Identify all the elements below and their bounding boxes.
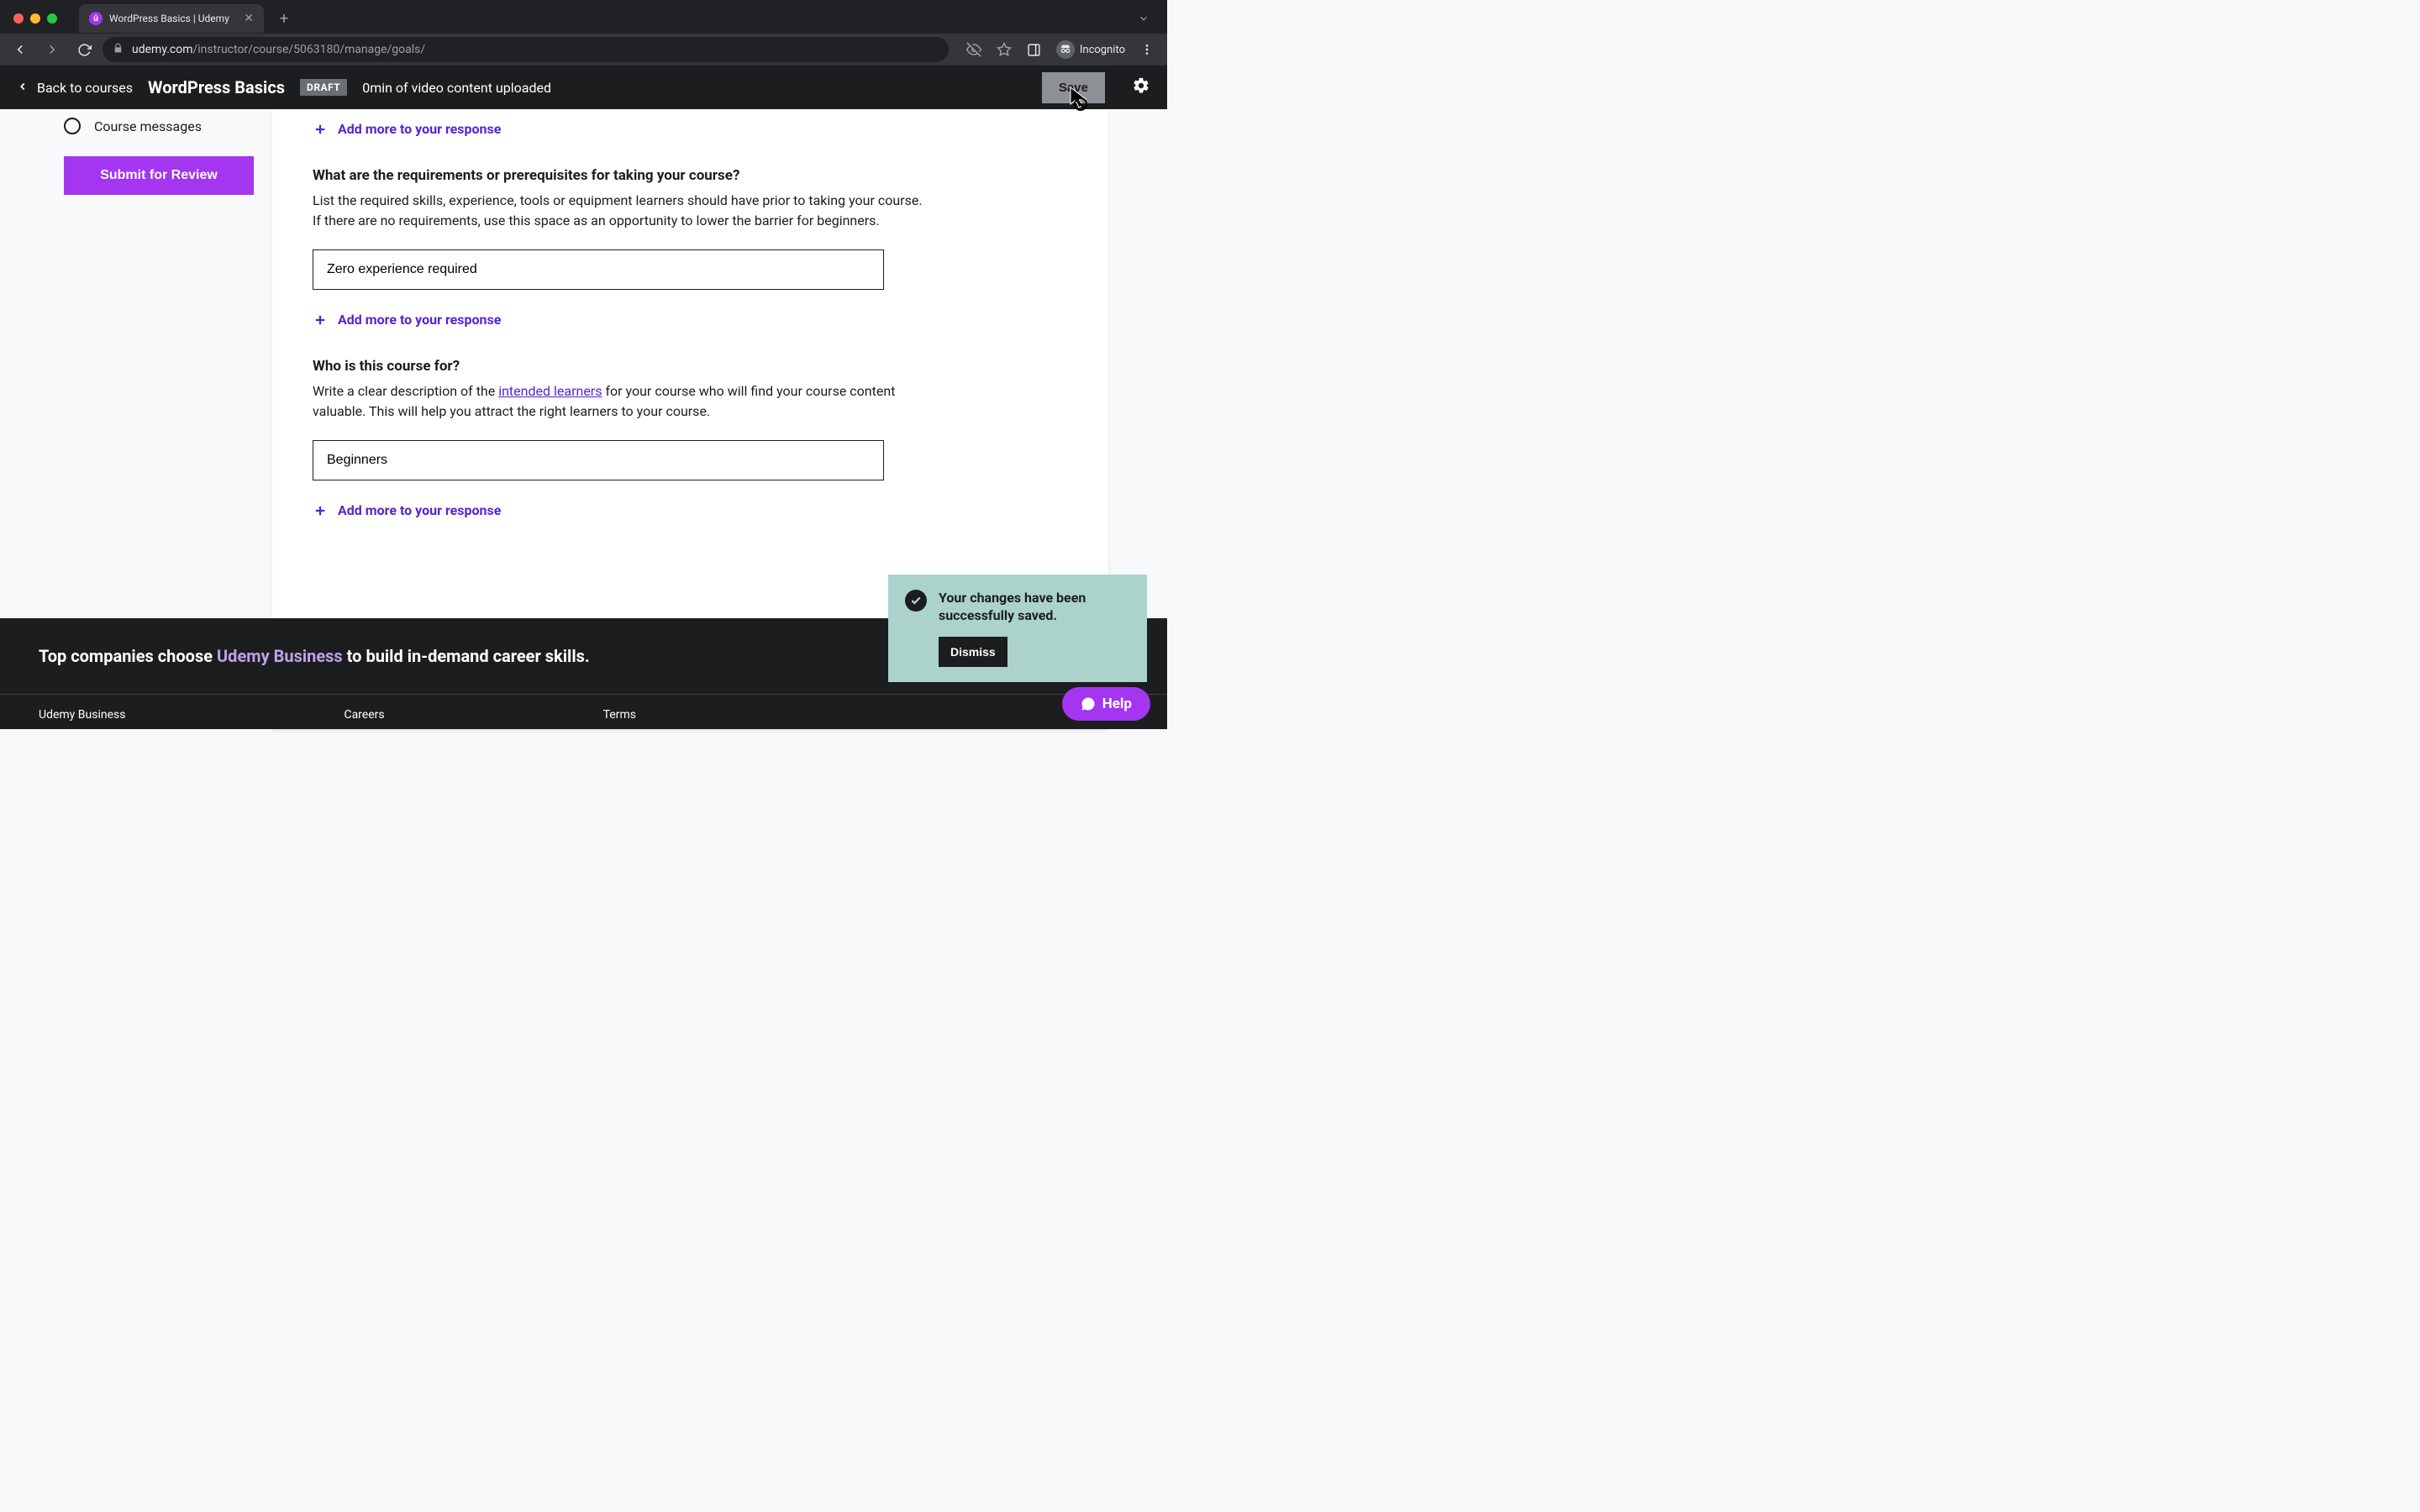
incognito-icon	[1056, 40, 1075, 59]
close-window-button[interactable]	[13, 13, 24, 24]
save-button[interactable]: Save	[1042, 72, 1105, 103]
forward-button[interactable]	[39, 36, 66, 63]
audience-section: Who is this course for? Write a clear de…	[313, 358, 1068, 518]
side-panel-icon[interactable]	[1021, 36, 1048, 63]
save-success-toast: Your changes have been successfully save…	[888, 575, 1147, 682]
course-title: WordPress Basics	[148, 77, 285, 97]
app-header: Back to courses WordPress Basics DRAFT 0…	[0, 66, 1167, 109]
chat-icon	[1081, 696, 1096, 711]
requirements-section: What are the requirements or prerequisit…	[313, 167, 1068, 328]
check-circle-icon	[905, 590, 927, 612]
chevron-left-icon	[17, 79, 29, 97]
minimize-window-button[interactable]	[30, 13, 40, 24]
add-more-response-button-2[interactable]: Add more to your response	[313, 312, 1068, 328]
add-more-response-button-3[interactable]: Add more to your response	[313, 502, 1068, 518]
status-badge: DRAFT	[300, 79, 347, 96]
lock-icon	[113, 43, 124, 57]
footer-tagline: Top companies choose Udemy Business to b…	[39, 646, 590, 666]
help-button[interactable]: Help	[1062, 687, 1150, 721]
footer-link-careers[interactable]: Careers	[344, 708, 384, 729]
tab-title: WordPress Basics | Udemy	[109, 13, 237, 24]
tab-favicon: û	[89, 12, 103, 25]
toast-dismiss-button[interactable]: Dismiss	[939, 637, 1007, 667]
add-more-response-button-1[interactable]: Add more to your response	[313, 121, 1068, 137]
reload-button[interactable]	[71, 36, 97, 63]
back-button[interactable]	[7, 36, 34, 63]
maximize-window-button[interactable]	[47, 13, 57, 24]
back-label: Back to courses	[37, 80, 133, 96]
footer-link-udemy-business[interactable]: Udemy Business	[39, 708, 125, 729]
settings-button[interactable]	[1132, 76, 1150, 98]
tab-strip: û WordPress Basics | Udemy ✕ +	[0, 0, 1167, 34]
incognito-indicator[interactable]: Incognito	[1051, 40, 1130, 59]
tabs-overflow-button[interactable]	[1132, 7, 1155, 30]
audience-input[interactable]	[313, 440, 884, 480]
toast-message: Your changes have been successfully save…	[939, 590, 1130, 625]
submit-for-review-button[interactable]: Submit for Review	[64, 156, 254, 195]
audience-description: Write a clear description of the intende…	[313, 381, 934, 422]
window-controls	[13, 13, 57, 24]
browser-tab[interactable]: û WordPress Basics | Udemy ✕	[79, 4, 264, 33]
footer-links: Udemy Business Careers Terms	[0, 694, 1167, 729]
intended-learners-link[interactable]: intended learners	[498, 383, 602, 399]
plus-icon	[313, 122, 328, 137]
requirements-title: What are the requirements or prerequisit…	[313, 167, 1068, 184]
plus-icon	[313, 503, 328, 518]
browser-chrome: û WordPress Basics | Udemy ✕ + udemy.com…	[0, 0, 1167, 66]
tab-close-icon[interactable]: ✕	[244, 12, 254, 25]
footer-link-terms[interactable]: Terms	[603, 708, 636, 729]
bookmark-star-icon[interactable]	[991, 36, 1018, 63]
requirements-input[interactable]	[313, 249, 884, 290]
sidebar-item-label: Course messages	[94, 118, 202, 134]
browser-menu-icon[interactable]	[1134, 36, 1160, 63]
address-bar[interactable]: udemy.com/instructor/course/5063180/mana…	[103, 37, 949, 62]
page-body: Course messages Submit for Review Add mo…	[0, 109, 1167, 729]
audience-title: Who is this course for?	[313, 358, 1068, 375]
plus-icon	[313, 312, 328, 328]
requirements-description: List the required skills, experience, to…	[313, 191, 934, 231]
upload-status: 0min of video content uploaded	[362, 80, 551, 96]
url-text: udemy.com/instructor/course/5063180/mana…	[132, 43, 425, 56]
new-tab-button[interactable]: +	[272, 7, 296, 30]
radio-icon	[64, 118, 81, 134]
udemy-business-link[interactable]: Udemy Business	[217, 646, 343, 666]
browser-toolbar: udemy.com/instructor/course/5063180/mana…	[0, 34, 1167, 66]
sidebar-item-course-messages[interactable]: Course messages	[64, 118, 252, 134]
eye-off-icon[interactable]	[960, 36, 987, 63]
back-to-courses-link[interactable]: Back to courses	[17, 79, 133, 97]
